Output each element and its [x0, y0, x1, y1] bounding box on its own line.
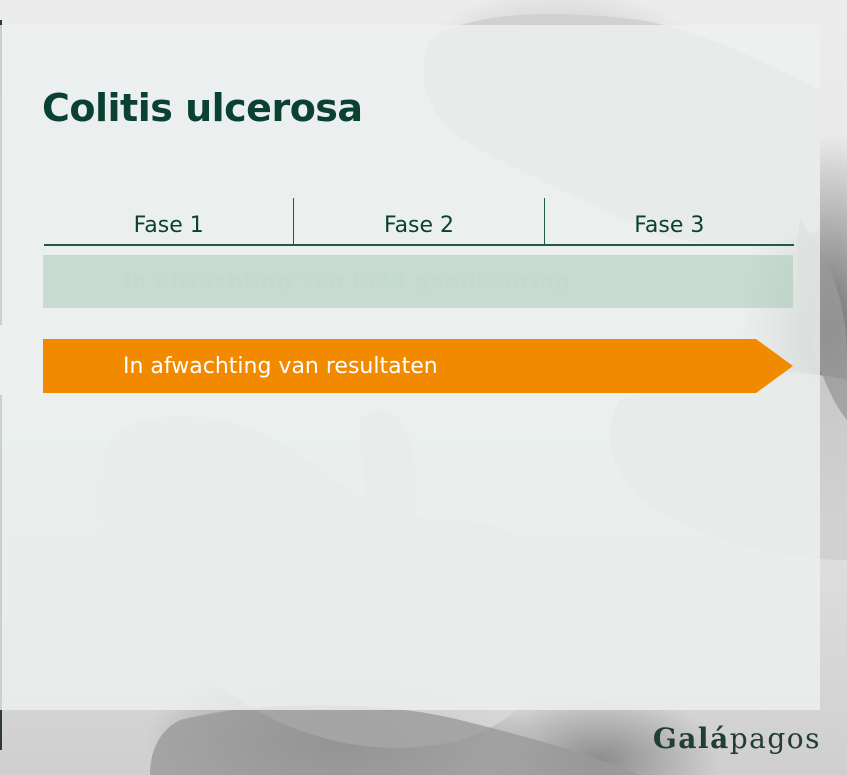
ema-approval-label: In afwachting van EMA goedkeuring: [123, 269, 570, 294]
results-pending-label: In afwachting van resultaten: [123, 353, 438, 379]
logo-bold-text: Galá: [652, 722, 730, 755]
slide-title: Colitis ulcerosa: [42, 86, 363, 130]
phase-2-label: Fase 2: [293, 198, 543, 244]
phase-header: Fase 1 Fase 2 Fase 3: [44, 198, 794, 246]
results-pending-arrow: In afwachting van resultaten: [43, 339, 793, 393]
phase-3-label: Fase 3: [543, 198, 794, 244]
logo-light-text: pagos: [729, 722, 821, 755]
phase-1-label: Fase 1: [133, 213, 204, 238]
ema-approval-bar: In afwachting van EMA goedkeuring: [43, 255, 793, 308]
galapagos-logo: Galápagos: [653, 722, 821, 755]
